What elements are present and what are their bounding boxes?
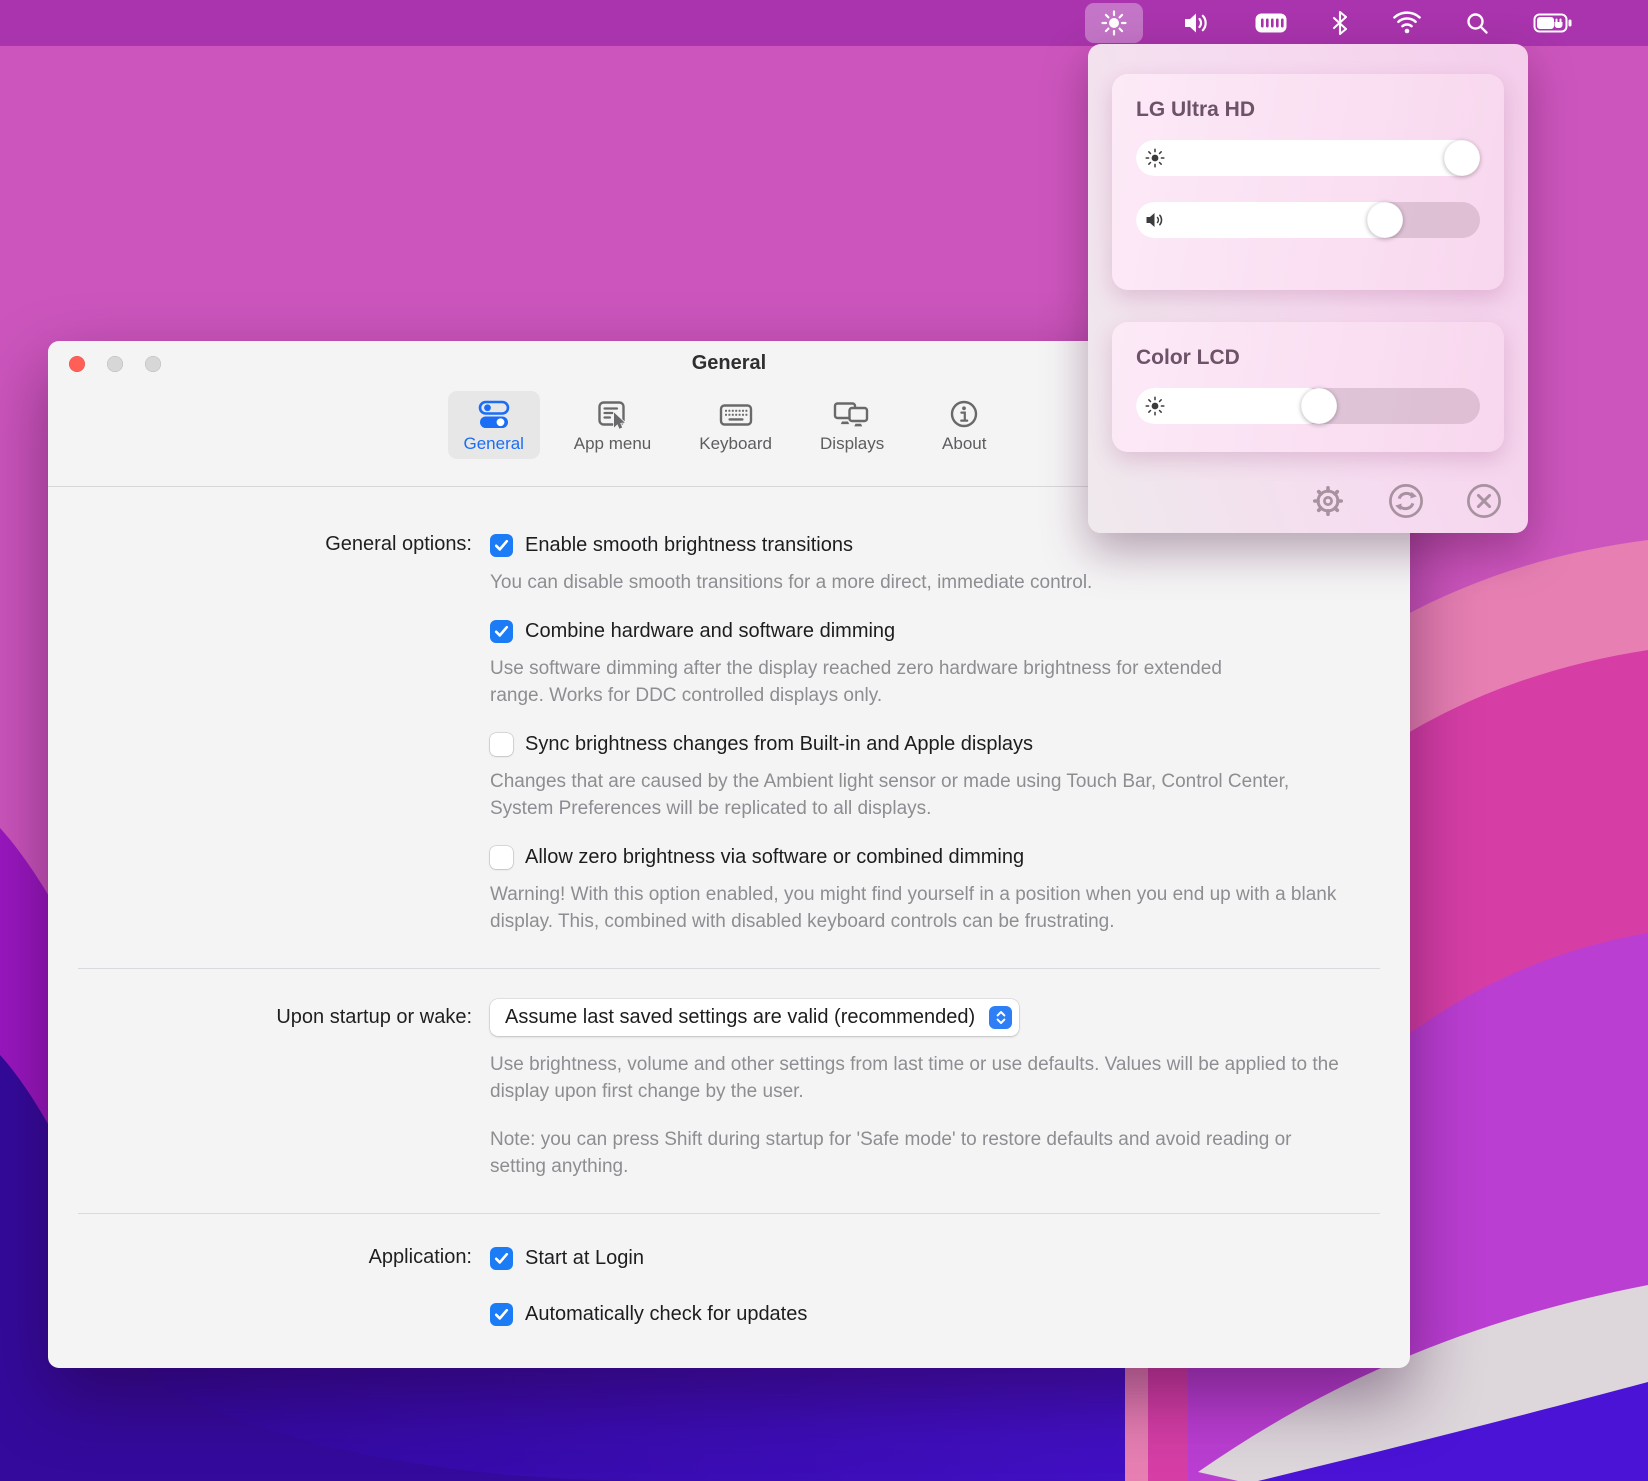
- option-description: Warning! With this option enabled, you m…: [490, 881, 1368, 935]
- menubar-keyboard-brightness-item[interactable]: [1251, 3, 1291, 43]
- menubar-wifi-item[interactable]: [1389, 3, 1425, 43]
- checkbox-combine-dimming[interactable]: Combine hardware and software dimming: [490, 617, 1410, 645]
- application-row: Application: Start at Login Automaticall…: [48, 1244, 1410, 1368]
- checkbox-checked-icon[interactable]: [490, 1303, 513, 1326]
- general-options-row: General options: Enable smooth brightnes…: [48, 531, 1410, 956]
- tab-label: Keyboard: [699, 434, 772, 454]
- checkbox-label: Sync brightness changes from Built-in an…: [525, 733, 1033, 756]
- refresh-icon[interactable]: [1388, 483, 1424, 519]
- display-name: Color LCD: [1136, 346, 1480, 370]
- settings-content: General options: Enable smooth brightnes…: [48, 487, 1410, 1368]
- slider-thumb[interactable]: [1301, 388, 1337, 424]
- menu-bar: [0, 0, 1648, 46]
- tab-keyboard[interactable]: Keyboard: [685, 391, 786, 459]
- checkbox-unchecked-icon[interactable]: [490, 733, 513, 756]
- settings-gear-icon[interactable]: [1310, 483, 1346, 519]
- checkbox-label: Allow zero brightness via software or co…: [525, 846, 1024, 869]
- tab-label: App menu: [574, 434, 652, 454]
- menubar-battery-item[interactable]: [1530, 3, 1576, 43]
- section-divider: [78, 1213, 1380, 1214]
- tab-label: General: [463, 434, 523, 454]
- checkbox-checked-icon[interactable]: [490, 620, 513, 643]
- info-icon: [948, 399, 980, 431]
- slider-fill: [1136, 202, 1400, 238]
- menubar-brightness-item[interactable]: [1085, 3, 1143, 43]
- display-name: LG Ultra HD: [1136, 98, 1480, 122]
- tab-label: About: [942, 434, 986, 454]
- option-description: Use software dimming after the display r…: [490, 655, 1230, 709]
- tab-displays[interactable]: Displays: [806, 391, 898, 459]
- section-divider: [78, 968, 1380, 969]
- checkbox-label: Combine hardware and software dimming: [525, 620, 895, 643]
- app-menu-icon: [595, 399, 629, 431]
- checkbox-smooth-transitions[interactable]: Enable smooth brightness transitions: [490, 531, 1410, 559]
- row-label: Application:: [48, 1244, 472, 1368]
- volume-icon: [1183, 10, 1211, 36]
- tab-about[interactable]: About: [918, 391, 1010, 459]
- tab-label: Displays: [820, 434, 884, 454]
- checkbox-label: Start at Login: [525, 1247, 644, 1270]
- checkbox-label: Enable smooth brightness transitions: [525, 534, 853, 557]
- sun-icon: [1145, 148, 1165, 168]
- startup-description: Use brightness, volume and other setting…: [490, 1051, 1350, 1105]
- displays-icon: [832, 399, 872, 431]
- checkbox-allow-zero-brightness[interactable]: Allow zero brightness via software or co…: [490, 843, 1410, 871]
- display-card-color-lcd: Color LCD: [1112, 322, 1504, 452]
- battery-charging-icon: [1533, 11, 1573, 35]
- option-description: You can disable smooth transitions for a…: [490, 569, 1410, 596]
- menubar-volume-item[interactable]: [1180, 3, 1214, 43]
- row-label: General options:: [48, 531, 472, 956]
- volume-slider[interactable]: [1136, 202, 1480, 238]
- brightness-icon: [1100, 9, 1128, 37]
- popover-actions: [1310, 483, 1502, 519]
- sun-icon: [1145, 396, 1165, 416]
- checkbox-sync-brightness[interactable]: Sync brightness changes from Built-in an…: [490, 730, 1410, 758]
- slider-thumb[interactable]: [1367, 202, 1403, 238]
- keyboard-icon: [718, 399, 754, 431]
- startup-mode-select[interactable]: Assume last saved settings are valid (re…: [490, 999, 1019, 1036]
- selected-option: Assume last saved settings are valid (re…: [505, 1006, 975, 1029]
- tab-app-menu[interactable]: App menu: [560, 391, 666, 459]
- slider-thumb[interactable]: [1444, 140, 1480, 176]
- display-card-lg-ultra-hd: LG Ultra HD: [1112, 74, 1504, 290]
- slider-fill: [1136, 140, 1480, 176]
- toggles-icon: [477, 399, 511, 431]
- menubar-bluetooth-item[interactable]: [1328, 3, 1352, 43]
- checkbox-label: Automatically check for updates: [525, 1303, 807, 1326]
- bluetooth-icon: [1331, 10, 1349, 36]
- tab-general[interactable]: General: [448, 391, 540, 459]
- startup-note: Note: you can press Shift during startup…: [490, 1126, 1335, 1180]
- select-stepper-icon: [989, 1006, 1012, 1029]
- option-description: Changes that are caused by the Ambient l…: [490, 768, 1352, 822]
- search-icon: [1465, 11, 1490, 36]
- checkbox-unchecked-icon[interactable]: [490, 846, 513, 869]
- keyboard-brightness-icon: [1254, 11, 1288, 35]
- checkbox-checked-icon[interactable]: [490, 1247, 513, 1270]
- startup-row: Upon startup or wake: Assume last saved …: [48, 999, 1410, 1201]
- checkbox-start-at-login[interactable]: Start at Login: [490, 1244, 1410, 1272]
- displays-popover: LG Ultra HD: [1088, 44, 1528, 533]
- menubar-search-item[interactable]: [1462, 3, 1493, 43]
- checkbox-checked-icon[interactable]: [490, 534, 513, 557]
- checkbox-auto-update[interactable]: Automatically check for updates: [490, 1300, 1410, 1328]
- row-label: Upon startup or wake:: [48, 999, 472, 1201]
- speaker-icon: [1145, 211, 1165, 229]
- close-icon[interactable]: [1466, 483, 1502, 519]
- brightness-slider[interactable]: [1136, 140, 1480, 176]
- wifi-icon: [1392, 11, 1422, 35]
- brightness-slider[interactable]: [1136, 388, 1480, 424]
